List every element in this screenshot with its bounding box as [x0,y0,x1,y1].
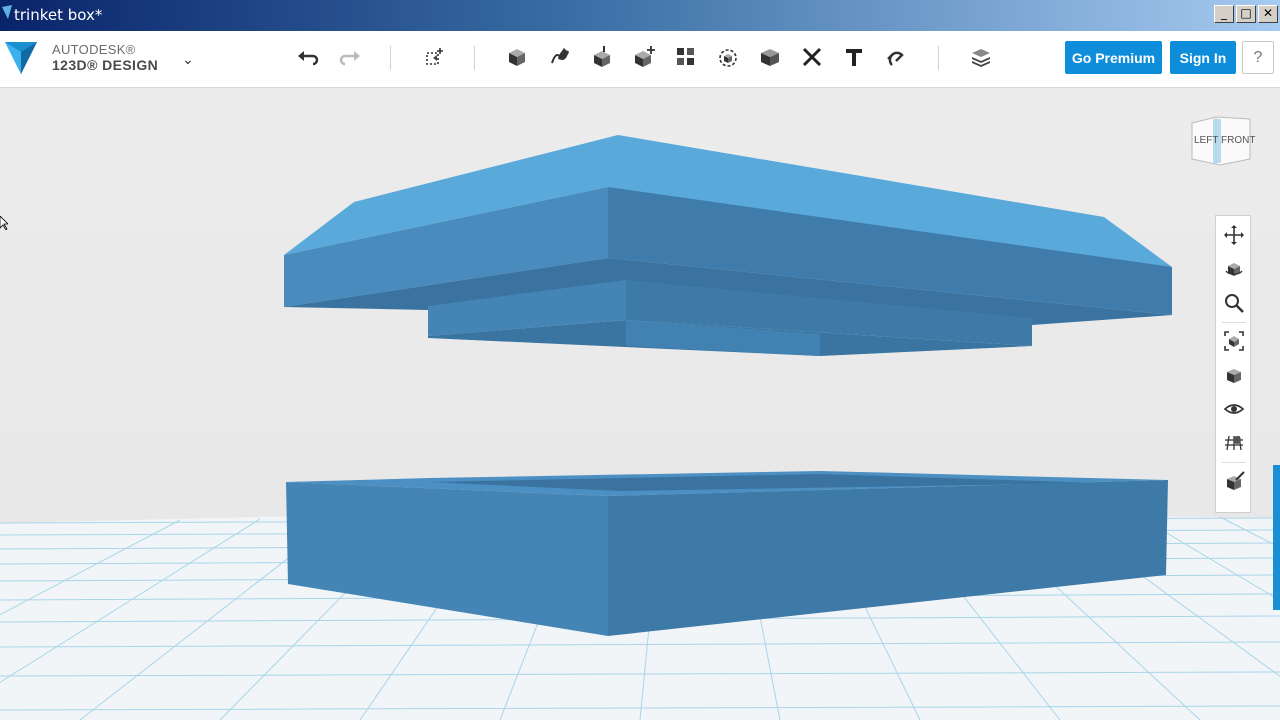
123d-logo-icon[interactable] [3,38,39,78]
viewcube-left-label[interactable]: LEFT [1194,135,1218,146]
window-title-bar[interactable]: trinket box* _ □ ✕ [0,0,1280,31]
visibility-icon[interactable] [1221,396,1247,422]
pattern-icon[interactable] [672,43,700,71]
combine-icon[interactable] [756,43,784,71]
close-button[interactable]: ✕ [1258,5,1278,23]
text-icon[interactable] [840,43,868,71]
grid-toggle-icon[interactable] [1221,430,1247,456]
window-title: trinket box* [14,6,103,24]
zoom-icon[interactable] [1221,290,1247,316]
undo-icon[interactable] [294,43,322,71]
view-options-icon[interactable] [1221,362,1247,388]
app-icon [2,5,12,19]
help-button[interactable]: ? [1242,41,1274,74]
toolbar-divider [390,46,391,70]
material-icon[interactable] [967,43,995,71]
toolbar-divider [474,46,475,70]
toolbar-divider [938,46,939,70]
sign-in-button[interactable]: Sign In [1170,41,1236,74]
navigation-bar [1215,215,1251,513]
go-premium-button[interactable]: Go Premium [1065,41,1162,74]
viewcube[interactable]: LEFT FRONT [1186,113,1256,173]
snap-icon[interactable] [882,43,910,71]
viewcube-front-label[interactable]: FRONT [1221,135,1255,146]
modify-icon[interactable] [630,43,658,71]
navbar-divider [1222,462,1246,463]
fit-icon[interactable] [1221,328,1247,354]
navbar-divider [1222,322,1246,323]
pan-icon[interactable] [1221,222,1247,248]
measure-icon[interactable] [798,43,826,71]
brand-product: 123D® DESIGN [52,57,159,73]
transform-icon[interactable] [420,43,448,71]
app-menu-chevron-icon[interactable]: ⌄ [182,51,194,68]
side-panel-tab[interactable] [1273,465,1280,610]
sketch-icon[interactable] [546,43,574,71]
main-toolbar: AUTODESK® 123D® DESIGN ⌄ Go Premium Sign… [0,31,1280,88]
maximize-button[interactable]: □ [1236,5,1256,23]
minimize-button[interactable]: _ [1214,5,1234,23]
grouping-icon[interactable] [714,43,742,71]
orbit-icon[interactable] [1221,256,1247,282]
lid-model[interactable] [284,135,1172,356]
material-display-icon[interactable] [1221,468,1247,494]
construct-icon[interactable] [588,43,616,71]
redo-icon[interactable] [336,43,364,71]
3d-viewport[interactable]: LEFT FRONT [0,88,1280,720]
mouse-cursor-icon [0,216,8,230]
primitives-icon[interactable] [503,43,531,71]
scene-canvas [0,135,1280,720]
brand-autodesk: AUTODESK® [52,42,136,57]
